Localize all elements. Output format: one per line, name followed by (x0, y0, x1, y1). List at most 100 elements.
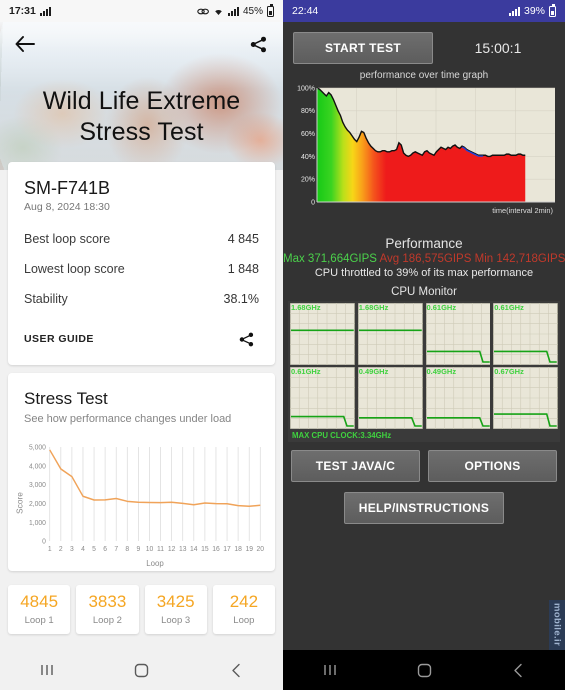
svg-text:17: 17 (223, 546, 231, 553)
share-icon[interactable] (233, 326, 259, 352)
svg-text:1,000: 1,000 (29, 520, 46, 527)
left-phone-3dmark: 17:31 45% Wild Life Extreme Stress Test … (0, 0, 283, 690)
cpu-core-graph (357, 367, 423, 429)
loop-card[interactable]: 3425 Loop 3 (144, 585, 207, 634)
svg-text:11: 11 (157, 546, 164, 553)
score-label: Best loop score (24, 232, 111, 246)
performance-graph-title: performance over time graph (359, 70, 489, 81)
score-row: Stability 38.1% (8, 284, 275, 314)
graph-y-tick-labels: 100% 80% 60% 40% 20% 0 (297, 85, 315, 206)
cpu-core-cell: 0.49GHz (357, 367, 423, 429)
help-instructions-button[interactable]: HELP/INSTRUCTIONS (344, 492, 504, 524)
loop-card[interactable]: 242 Loop (212, 585, 275, 634)
svg-text:100%: 100% (297, 85, 315, 92)
chart-x-axis-label: Loop (146, 559, 164, 568)
cellular-icon (508, 6, 520, 16)
svg-text:18: 18 (234, 546, 242, 553)
right-phone-cpu-throttling-test: 22:44 39% START TEST 15:00:1 performance… (283, 0, 565, 690)
link-icon (197, 8, 209, 14)
svg-text:16: 16 (212, 546, 220, 553)
user-guide-link[interactable]: USER GUIDE (24, 333, 94, 345)
svg-text:8: 8 (125, 546, 129, 553)
throttle-note: CPU throttled to 39% of its max performa… (314, 267, 534, 279)
cpu-monitor-heading: CPU Monitor (391, 286, 457, 298)
status-left-group: 17:31 (9, 5, 51, 17)
status-right-group: 39% (508, 4, 556, 17)
cpu-core-freq: 1.68GHz (291, 303, 321, 312)
svg-text:3: 3 (70, 546, 74, 553)
recents-icon[interactable] (310, 650, 350, 690)
loop-score: 4845 (20, 592, 59, 611)
cpu-core-graph (290, 367, 355, 429)
stress-test-card: Stress Test See how performance changes … (8, 373, 275, 571)
chart-y-axis-label: Score (16, 492, 25, 514)
svg-text:3,000: 3,000 (29, 482, 46, 489)
options-button[interactable]: OPTIONS (428, 450, 557, 482)
svg-text:80%: 80% (301, 108, 315, 115)
svg-text:7: 7 (114, 546, 118, 553)
device-name: SM-F741B (24, 178, 111, 198)
page-title: Wild Life Extreme Stress Test (0, 86, 283, 148)
share-icon[interactable] (245, 31, 271, 57)
svg-text:5: 5 (92, 546, 96, 553)
back-icon[interactable] (216, 650, 256, 690)
left-status-bar: 17:31 45% (0, 0, 283, 22)
right-button-row-2: HELP/INSTRUCTIONS (283, 482, 565, 524)
cpu-core-cell: 0.67GHz (493, 367, 558, 429)
cpu-core-graph (493, 367, 558, 429)
svg-text:4: 4 (81, 546, 85, 553)
cellular-icon (227, 6, 239, 16)
status-right-group: 45% (197, 4, 274, 17)
back-icon[interactable] (498, 650, 538, 690)
result-card: SM-F741B Aug 8, 2024 18:30 Best loop sco… (8, 162, 275, 365)
loop-card[interactable]: 3833 Loop 2 (76, 585, 139, 634)
cpu-core-cell: 0.61GHz (493, 303, 558, 365)
loop-score: 242 (229, 592, 259, 611)
loop-score: 3425 (156, 592, 195, 611)
back-arrow-icon[interactable] (12, 31, 38, 57)
score-value: 4 845 (227, 232, 259, 246)
score-label: Lowest loop score (24, 262, 125, 276)
loop-label: Loop 2 (92, 614, 122, 626)
svg-text:4,000: 4,000 (29, 463, 46, 470)
start-test-button[interactable]: START TEST (293, 32, 433, 64)
loop-card[interactable]: 4845 Loop 1 (8, 585, 71, 634)
cpu-core-freq: 0.61GHz (494, 303, 524, 312)
cpu-core-freq: 0.49GHz (358, 367, 389, 376)
performance-avg: Avg 186,575GIPS (379, 253, 472, 265)
graph-x-axis-note: time(interval 2min) (492, 206, 553, 215)
score-row: Best loop score 4 845 (8, 224, 275, 254)
svg-text:12: 12 (168, 546, 176, 553)
right-toolbar: START TEST 15:00:1 (283, 22, 565, 68)
cpu-core-freq: 0.61GHz (291, 367, 321, 376)
test-java-c-button[interactable]: TEST JAVA/C (291, 450, 420, 482)
cpu-core-row: 0.61GHz 0.49GHz 0.49GHz 0.67GHz (290, 367, 558, 429)
performance-stats: Max 371,664GIPS Avg 186,575GIPS Min 142,… (283, 253, 565, 266)
svg-text:10: 10 (146, 546, 154, 553)
recents-icon[interactable] (27, 650, 67, 690)
cpu-core-graph (357, 303, 423, 365)
wifi-icon (215, 9, 222, 15)
cpu-core-graph (425, 367, 491, 429)
cpu-core-cell: 0.61GHz (290, 367, 355, 429)
loop-score: 3833 (88, 592, 127, 611)
svg-text:9: 9 (137, 546, 141, 553)
cpu-core-cell: 0.61GHz (425, 303, 491, 365)
page-title-line1: Wild Life Extreme (42, 87, 241, 115)
battery-icon (267, 4, 274, 17)
svg-text:13: 13 (179, 546, 187, 553)
performance-graph: 100% 80% 60% 40% 20% 0 time(interval 2min) (283, 82, 565, 232)
cpu-core-freq: 0.67GHz (494, 367, 524, 376)
svg-text:15: 15 (201, 546, 209, 553)
svg-text:0: 0 (311, 199, 315, 206)
right-nav-bar (283, 650, 565, 690)
page-title-line2: Stress Test (79, 117, 204, 146)
cpu-core-cell: 1.68GHz (290, 303, 355, 365)
home-icon[interactable] (121, 650, 161, 690)
chart-series-line (49, 449, 261, 508)
cpu-core-graph (425, 303, 491, 365)
svg-text:20%: 20% (301, 177, 315, 184)
run-date: Aug 8, 2024 18:30 (24, 201, 110, 213)
svg-text:2: 2 (59, 546, 63, 553)
home-icon[interactable] (404, 650, 444, 690)
